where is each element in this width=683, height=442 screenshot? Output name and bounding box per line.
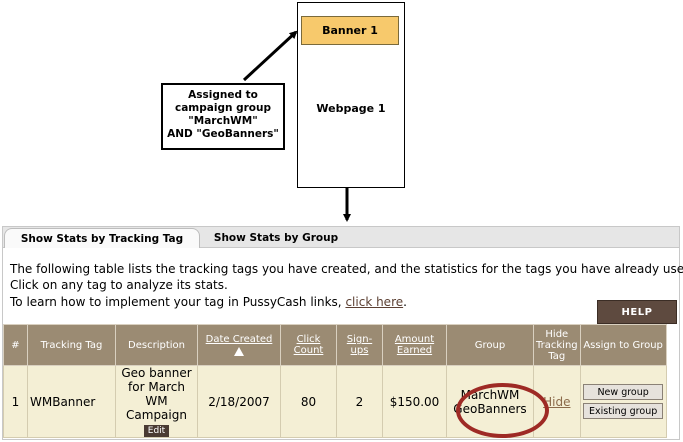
arrow-to-banner — [242, 30, 298, 82]
intro-line-3-suffix: . — [403, 295, 407, 309]
header-date-created[interactable]: Date Created — [197, 324, 281, 366]
row-num: 1 — [3, 365, 28, 438]
amount-earned-sort-link[interactable]: Amount Earned — [395, 334, 434, 356]
header-description: Description — [115, 324, 198, 366]
header-tracking-tag: Tracking Tag — [27, 324, 116, 366]
intro-line-1: The following table lists the tracking t… — [10, 262, 683, 276]
intro-line-2: Click on any tag to analyze its stats. — [10, 278, 228, 292]
tracking-tag-table: # Tracking Tag Description Date Created … — [3, 324, 667, 438]
header-amount-earned[interactable]: Amount Earned — [382, 324, 447, 366]
table-row[interactable]: 1 WMBanner Geo banner for March WM Campa… — [3, 365, 667, 438]
row-description: Geo banner for March WM Campaign Edit — [115, 365, 198, 438]
click-here-link[interactable]: click here — [345, 295, 403, 309]
new-group-button[interactable]: New group — [583, 384, 664, 400]
tab-stats-by-tracking-tag[interactable]: Show Stats by Tracking Tag — [4, 228, 200, 248]
intro-line-3: To learn how to implement your tag in Pu… — [10, 294, 407, 310]
signups-sort-link[interactable]: Sign-ups — [347, 334, 372, 356]
header-num: # — [3, 324, 28, 366]
tab-stats-by-group[interactable]: Show Stats by Group — [206, 228, 346, 248]
group-highlight-ellipse — [456, 383, 549, 438]
header-signups[interactable]: Sign-ups — [336, 324, 383, 366]
row-signups: 2 — [336, 365, 383, 438]
row-date-created: 2/18/2007 — [197, 365, 281, 438]
header-hide-tracking-tag: Hide Tracking Tag — [533, 324, 581, 366]
intro-line-3-text: To learn how to implement your tag in Pu… — [10, 295, 342, 309]
row-click-count: 80 — [280, 365, 337, 438]
help-button[interactable]: HELP — [597, 300, 677, 324]
date-created-sort-link[interactable]: Date Created — [206, 334, 273, 345]
sort-up-icon[interactable] — [234, 347, 244, 356]
row-assign: New group Existing group — [579, 365, 667, 438]
header-click-count[interactable]: Click Count — [280, 324, 337, 366]
existing-group-button[interactable]: Existing group — [583, 403, 664, 419]
row-amount-earned: $150.00 — [382, 365, 447, 438]
click-count-sort-link[interactable]: Click Count — [294, 334, 324, 356]
row-tracking-tag[interactable]: WMBanner — [27, 365, 116, 438]
header-group: Group — [446, 324, 534, 366]
table-header-row: # Tracking Tag Description Date Created … — [3, 324, 667, 366]
header-assign-to-group: Assign to Group — [579, 324, 667, 366]
description-text: Geo banner for March WM Campaign — [121, 366, 192, 422]
edit-button[interactable]: Edit — [143, 425, 170, 437]
